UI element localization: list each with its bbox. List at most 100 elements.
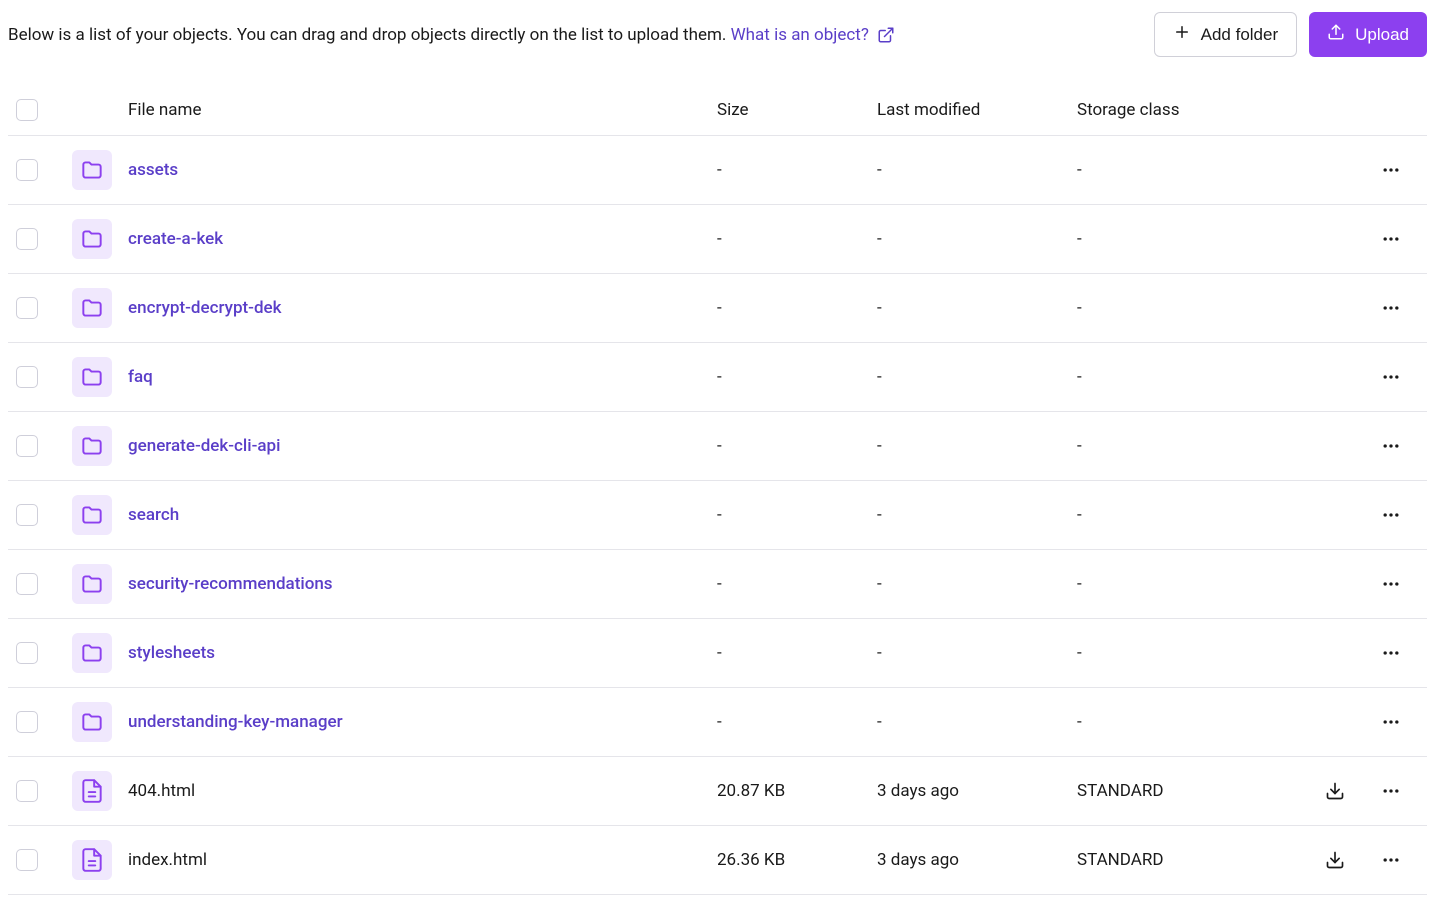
row-checkbox[interactable] [16,159,38,181]
more-actions-button[interactable] [1381,712,1401,732]
storageclass-cell: - [1077,643,1307,663]
row-checkbox[interactable] [16,849,38,871]
download-button[interactable] [1325,850,1345,870]
storageclass-cell: - [1077,505,1307,525]
upload-label: Upload [1355,25,1409,45]
more-actions-button[interactable] [1381,781,1401,801]
what-is-object-text: What is an object? [731,25,869,45]
lastmodified-cell: - [877,712,1077,732]
folder-icon [72,357,112,397]
storageclass-cell: - [1077,436,1307,456]
lastmodified-cell: 3 days ago [877,781,1077,801]
file-link[interactable]: 404.html [128,781,717,801]
table-row: stylesheets--- [8,619,1427,688]
lastmodified-cell: - [877,505,1077,525]
size-cell: - [717,505,877,525]
table-row: understanding-key-manager--- [8,688,1427,757]
folder-link[interactable]: search [128,505,717,525]
storageclass-cell: STANDARD [1077,781,1307,801]
size-cell: - [717,298,877,318]
table-row: encrypt-decrypt-dek--- [8,274,1427,343]
more-actions-button[interactable] [1381,643,1401,663]
folder-icon [72,288,112,328]
table-row: assets--- [8,136,1427,205]
description-body: Below is a list of your objects. You can… [8,25,731,45]
select-all-checkbox[interactable] [16,99,38,121]
size-cell: 20.87 KB [717,781,877,801]
more-actions-button[interactable] [1381,574,1401,594]
folder-icon [72,564,112,604]
table-row: security-recommendations--- [8,550,1427,619]
more-actions-button[interactable] [1381,367,1401,387]
description-text: Below is a list of your objects. You can… [8,25,895,45]
file-link[interactable]: index.html [128,850,717,870]
table-row: index.html26.36 KB3 days agoSTANDARD [8,826,1427,895]
size-cell: - [717,712,877,732]
size-cell: - [717,643,877,663]
size-cell: - [717,229,877,249]
folder-link[interactable]: create-a-kek [128,229,717,249]
size-cell: - [717,574,877,594]
lastmodified-cell: - [877,436,1077,456]
upload-icon [1327,23,1345,46]
table-row: 404.html20.87 KB3 days agoSTANDARD [8,757,1427,826]
row-checkbox[interactable] [16,366,38,388]
row-checkbox[interactable] [16,435,38,457]
add-folder-button[interactable]: Add folder [1154,12,1298,57]
size-cell: - [717,436,877,456]
folder-icon [72,150,112,190]
col-filename: File name [128,100,717,120]
more-actions-button[interactable] [1381,229,1401,249]
add-folder-label: Add folder [1201,25,1279,45]
folder-link[interactable]: assets [128,160,717,180]
table-row: faq--- [8,343,1427,412]
more-actions-button[interactable] [1381,298,1401,318]
row-checkbox[interactable] [16,504,38,526]
upload-button[interactable]: Upload [1309,12,1427,57]
col-storageclass: Storage class [1077,100,1307,120]
what-is-object-link[interactable]: What is an object? [731,25,895,45]
storageclass-cell: - [1077,298,1307,318]
folder-link[interactable]: stylesheets [128,643,717,663]
more-actions-button[interactable] [1381,505,1401,525]
objects-table: File name Size Last modified Storage cla… [8,85,1427,895]
row-checkbox[interactable] [16,780,38,802]
row-checkbox[interactable] [16,297,38,319]
folder-link[interactable]: understanding-key-manager [128,712,717,732]
storageclass-cell: - [1077,367,1307,387]
storageclass-cell: - [1077,229,1307,249]
row-checkbox[interactable] [16,228,38,250]
plus-icon [1173,23,1191,46]
folder-link[interactable]: generate-dek-cli-api [128,436,717,456]
folder-link[interactable]: security-recommendations [128,574,717,594]
row-checkbox[interactable] [16,642,38,664]
external-link-icon [877,26,895,44]
storageclass-cell: - [1077,574,1307,594]
folder-link[interactable]: faq [128,367,717,387]
lastmodified-cell: - [877,229,1077,249]
size-cell: - [717,367,877,387]
more-actions-button[interactable] [1381,160,1401,180]
storageclass-cell: - [1077,160,1307,180]
col-lastmodified: Last modified [877,100,1077,120]
lastmodified-cell: - [877,574,1077,594]
lastmodified-cell: - [877,160,1077,180]
size-cell: - [717,160,877,180]
storageclass-cell: STANDARD [1077,850,1307,870]
lastmodified-cell: - [877,643,1077,663]
file-icon [72,840,112,880]
col-size: Size [717,100,877,120]
row-checkbox[interactable] [16,711,38,733]
more-actions-button[interactable] [1381,436,1401,456]
table-header: File name Size Last modified Storage cla… [8,85,1427,136]
table-row: generate-dek-cli-api--- [8,412,1427,481]
download-button[interactable] [1325,781,1345,801]
folder-icon [72,702,112,742]
file-icon [72,771,112,811]
folder-icon [72,633,112,673]
size-cell: 26.36 KB [717,850,877,870]
folder-icon [72,495,112,535]
row-checkbox[interactable] [16,573,38,595]
folder-link[interactable]: encrypt-decrypt-dek [128,298,717,318]
more-actions-button[interactable] [1381,850,1401,870]
